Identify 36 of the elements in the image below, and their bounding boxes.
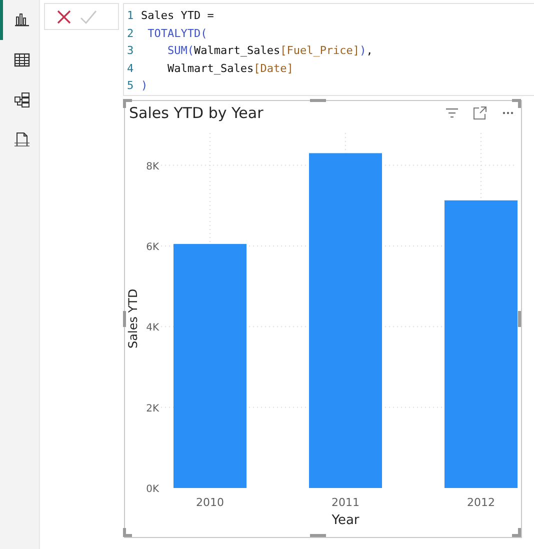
bar[interactable] (444, 200, 518, 488)
bar-chart-icon (12, 11, 30, 29)
filter-icon[interactable] (445, 106, 459, 120)
bar[interactable] (174, 244, 246, 488)
line-number: 2 (127, 26, 135, 42)
axis-tick-label: 2011 (332, 496, 360, 509)
code-line: ) (141, 78, 148, 94)
line-number: 3 (127, 43, 135, 59)
line-number: 1 (127, 8, 135, 24)
axis-tick-label: 0K (146, 484, 159, 495)
code-line: Walmart_Sales[Date] (166, 60, 294, 77)
document-icon (12, 131, 30, 149)
formula-editor[interactable]: 1 Sales YTD = 2 TOTALYTD( 3 SUM(Walmart_Sales[Fuel_Price]), 4 Walmart_Sales[Date] 5 ) (123, 3, 534, 96)
table-icon (12, 51, 30, 69)
bar[interactable] (309, 153, 382, 488)
line-number: 5 (127, 78, 135, 94)
axis-tick-label: 4K (146, 322, 159, 334)
code-line: SUM(Walmart_Sales[Fuel_Price]), (166, 43, 373, 59)
model-icon (12, 91, 30, 109)
resize-handle[interactable] (518, 311, 521, 327)
expand-icon[interactable] (473, 106, 487, 120)
axis-title: Sales YTD (126, 288, 140, 348)
axis-tick-label: 2010 (196, 496, 224, 509)
code-line: Sales YTD = (141, 8, 214, 24)
axis-tick-label: 2012 (467, 496, 495, 509)
resize-handle[interactable] (123, 311, 126, 327)
line-number: 4 (127, 60, 135, 76)
axis-tick-label: 8K (146, 161, 159, 172)
code-line: TOTALYTD( (146, 26, 208, 42)
axis-title: Year (332, 513, 360, 528)
axis-tick-label: 6K (146, 242, 159, 253)
close-icon[interactable] (55, 8, 73, 26)
chart-title: Sales YTD by Year (129, 104, 264, 122)
resize-handle[interactable] (310, 99, 326, 102)
axis-tick-label: 2K (146, 403, 159, 414)
resize-handle[interactable] (310, 534, 326, 537)
